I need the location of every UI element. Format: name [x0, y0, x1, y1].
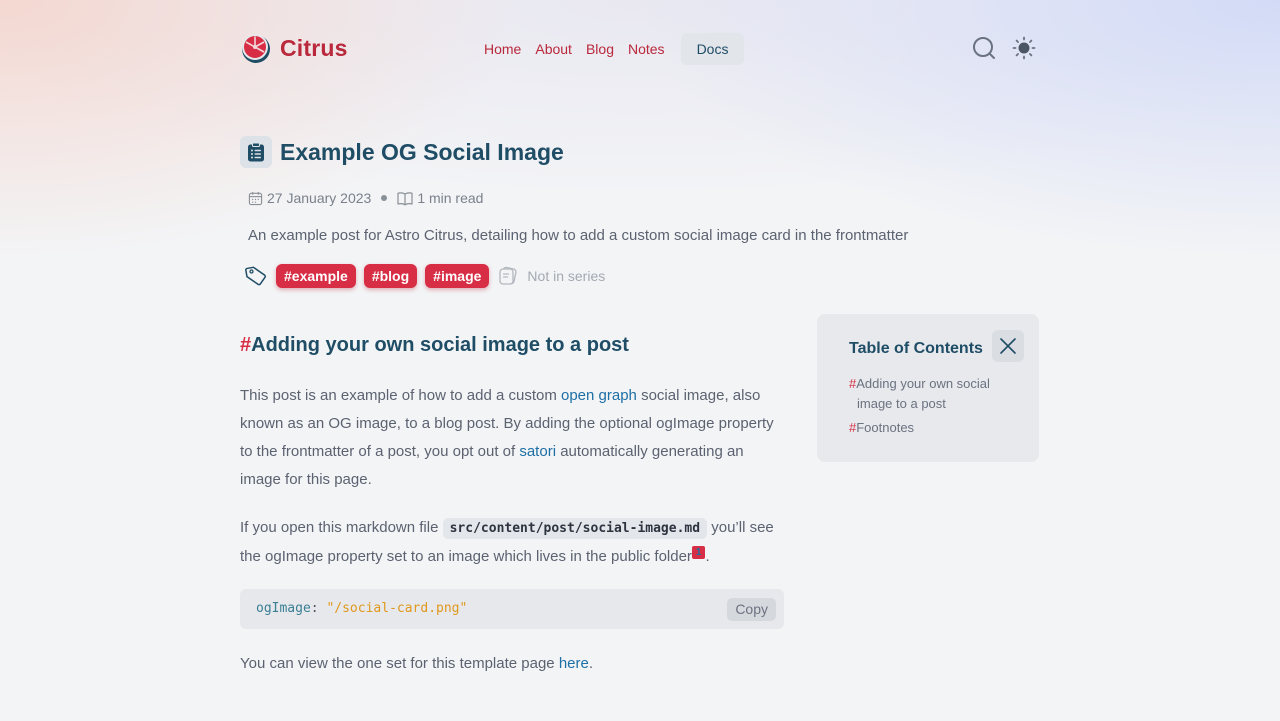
footnote-ref[interactable]: 1	[691, 546, 706, 559]
toc-close-button[interactable]	[992, 330, 1024, 362]
nav-blog[interactable]: Blog	[586, 41, 614, 57]
sun-icon	[1012, 36, 1036, 60]
toc-item-label: Adding your own social	[856, 376, 990, 391]
code-key: ogImage	[256, 601, 311, 616]
satori-link[interactable]: satori	[519, 443, 556, 460]
paragraph-text: If you open this markdown file	[240, 519, 443, 536]
section-heading-text: Adding your own social image to a post	[251, 334, 629, 356]
main-nav: Home About Blog Notes Docs	[484, 33, 745, 65]
clipboard-list-icon	[240, 136, 272, 168]
toc-item-label: image to a post	[857, 396, 946, 411]
toc-item-footnotes[interactable]: #Footnotes	[849, 418, 914, 438]
nav-home[interactable]: Home	[484, 41, 521, 57]
section-heading: #Adding your own social image to a post	[240, 334, 629, 357]
paragraph-3: You can view the one set for this templa…	[240, 650, 785, 678]
code-block: ogImage: "/social-card.png" Copy	[240, 589, 784, 629]
search-button[interactable]	[972, 36, 996, 60]
code-content: ogImage: "/social-card.png"	[256, 601, 467, 616]
site-header: Citrus Home About Blog Notes Docs	[240, 28, 1040, 68]
post-description: An example post for Astro Citrus, detail…	[248, 227, 909, 244]
paragraph-2: If you open this markdown file src/conte…	[240, 514, 785, 571]
tag-icon	[245, 266, 266, 286]
post-title-row: Example OG Social Image	[240, 136, 564, 168]
series-status: Not in series	[527, 268, 606, 284]
paragraph-text: .	[588, 655, 594, 672]
code-colon: :	[310, 601, 327, 616]
search-icon	[973, 37, 995, 59]
meta-separator	[381, 195, 388, 201]
series-stack-icon	[499, 266, 518, 285]
toc-item-adding-social-image[interactable]: #Adding your own social image to a post	[849, 374, 990, 414]
copy-button[interactable]: Copy	[727, 598, 776, 621]
toc-title: Table of Contents	[849, 340, 983, 357]
read-time: 1 min read	[417, 190, 484, 206]
site-logo-text: Citrus	[280, 34, 348, 61]
toc-item-label: Footnotes	[856, 420, 915, 435]
post-tags: #example #blog #image Not in series	[244, 264, 605, 288]
site-logo-link[interactable]: Citrus	[240, 32, 348, 64]
heading-anchor[interactable]: #	[240, 334, 251, 356]
paragraph-1: This post is an example of how to add a …	[240, 382, 785, 494]
nav-docs-button[interactable]: Docs	[680, 33, 745, 65]
tag-image[interactable]: #image	[425, 264, 490, 288]
nav-about[interactable]: About	[535, 41, 572, 57]
table-of-contents: Table of Contents #Adding your own socia…	[817, 314, 1039, 462]
here-link[interactable]: here	[559, 655, 589, 672]
close-icon	[1000, 338, 1016, 354]
post-meta: 27 January 2023 1 min read	[248, 190, 483, 206]
open-graph-link[interactable]: open graph	[561, 387, 637, 404]
book-icon	[397, 191, 413, 205]
paragraph-text: This post is an example of how to add a …	[240, 387, 561, 404]
theme-toggle-button[interactable]	[1012, 36, 1036, 60]
post-title: Example OG Social Image	[280, 138, 564, 165]
nav-notes[interactable]: Notes	[628, 41, 665, 57]
post-date: 27 January 2023	[267, 190, 372, 206]
tag-blog[interactable]: #blog	[363, 264, 418, 288]
tag-example[interactable]: #example	[276, 264, 356, 288]
calendar-icon	[248, 191, 263, 205]
paragraph-text: You can view the one set for this templa…	[240, 655, 559, 672]
inline-code-path: src/content/post/social-image.md	[442, 518, 708, 539]
citrus-logo-icon	[242, 34, 270, 63]
paragraph-text: .	[705, 548, 710, 565]
code-string: "/social-card.png"	[326, 601, 468, 616]
